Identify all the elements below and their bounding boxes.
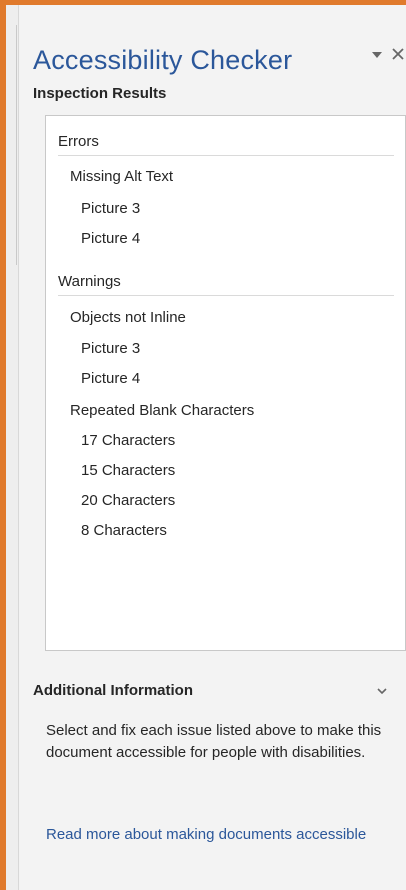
issue-item[interactable]: 17 Characters [81, 432, 175, 449]
pane-title: Accessibility Checker [33, 45, 293, 75]
issue-item[interactable]: Picture 3 [81, 200, 140, 217]
pane-options-button[interactable] [370, 48, 384, 62]
issue-item[interactable]: 20 Characters [81, 492, 175, 509]
issue-item[interactable]: 15 Characters [81, 462, 175, 479]
error-category-missing-alt-text[interactable]: Missing Alt Text [60, 168, 173, 185]
issue-item[interactable]: Picture 4 [81, 230, 140, 247]
accessibility-checker-pane: Accessibility Checker Inspection Results… [0, 0, 406, 890]
errors-group-header: Errors [58, 133, 394, 156]
chevron-down-icon [377, 688, 387, 695]
additional-information-text: Select and fix each issue listed above t… [46, 722, 382, 761]
pane-close-button[interactable] [390, 46, 406, 62]
warning-category-objects-not-inline[interactable]: Objects not Inline [60, 309, 186, 326]
issue-item[interactable]: Picture 4 [81, 370, 140, 387]
issue-item[interactable]: Picture 3 [81, 340, 140, 357]
inspection-results-label: Inspection Results [33, 85, 167, 102]
issue-item[interactable]: 8 Characters [81, 522, 167, 539]
category-label: Missing Alt Text [70, 168, 174, 185]
read-more-link[interactable]: Read more about making documents accessi… [46, 824, 376, 846]
window-top-accent [0, 0, 406, 5]
additional-information-toggle[interactable]: Additional Information [33, 682, 388, 699]
warning-category-repeated-blank-characters[interactable]: Repeated Blank Characters [60, 402, 254, 419]
inspection-results-list[interactable]: Errors Missing Alt Text Picture 3 Pictur… [45, 115, 406, 651]
category-label: Objects not Inline [70, 309, 186, 326]
additional-information-label: Additional Information [33, 682, 193, 699]
pane-resize-edge[interactable] [6, 5, 19, 890]
chevron-down-icon [372, 52, 382, 58]
category-label: Repeated Blank Characters [70, 402, 255, 419]
warnings-group-header: Warnings [58, 273, 394, 296]
close-icon [392, 48, 404, 60]
pane-resize-grip[interactable] [16, 25, 17, 265]
